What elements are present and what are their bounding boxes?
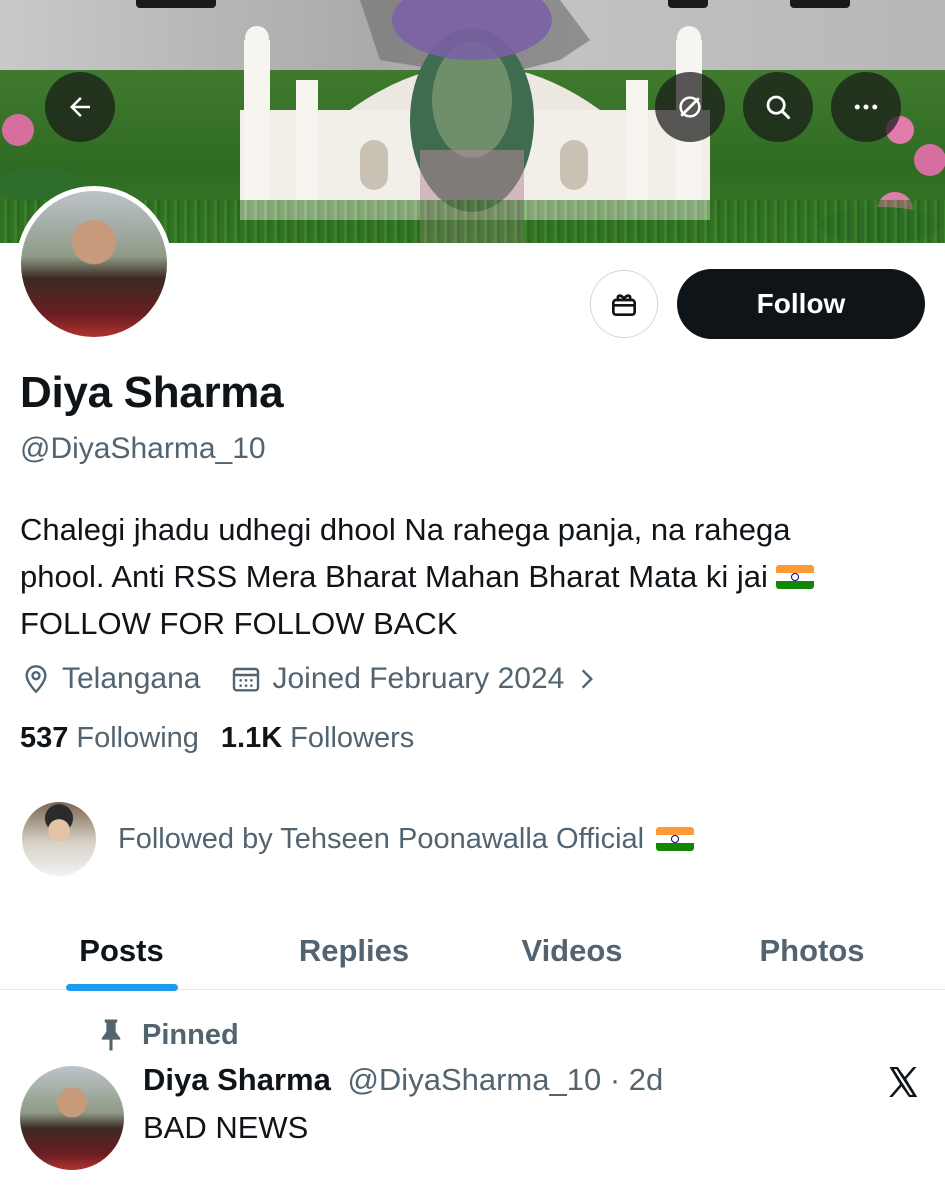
post-author-name[interactable]: Diya Sharma [143,1062,331,1097]
grok-button[interactable] [655,72,725,142]
post-author-avatar[interactable] [20,1066,124,1170]
arrow-left-icon [70,97,90,117]
tab-photos[interactable]: Photos [679,912,945,990]
followed-by-text: Followed by Tehseen Poonawalla Official [118,822,645,855]
followers-count: 1.1K [220,722,283,754]
followed-by-row[interactable]: Followed by Tehseen Poonawalla Official [22,802,695,876]
x-logo-icon[interactable] [884,1064,922,1100]
tab-label: Replies [298,933,410,968]
location-pin-icon [25,665,47,694]
gift-icon [612,294,636,316]
profile-avatar[interactable] [16,186,172,342]
pinned-indicator: Pinned [98,1018,239,1052]
post-handle-time: @DiyaSharma_10 · 2d [347,1062,664,1097]
profile-avatar-image [21,191,167,337]
search-icon [766,95,791,120]
profile-tabs: Posts Replies Videos Photos [0,912,945,990]
more-icon [854,104,878,110]
followers-label: Followers [290,722,415,754]
bio-line: phool. Anti RSS Mera Bharat Mahan Bharat… [20,559,768,594]
following-label: Following [76,722,199,754]
gift-button[interactable] [590,270,658,338]
profile-meta: Telangana Joined February 2024 [20,658,600,700]
followers-link[interactable]: 1.1K Followers [221,722,414,755]
bio-line: FOLLOW FOR FOLLOW BACK [20,606,458,641]
display-name: Diya Sharma [20,368,284,417]
location-text: Telangana [62,662,201,695]
post-text: BAD NEWS [143,1110,309,1145]
tab-label: Photos [759,933,865,968]
username-handle: @DiyaSharma_10 [20,432,266,465]
joined-text: Joined February 2024 [272,662,565,695]
follower-avatar [22,802,96,876]
pin-icon [101,1019,121,1051]
search-button[interactable] [743,72,813,142]
chevron-right-icon [582,669,594,689]
profile-bio: Chalegi jhadu udhegi dhool Na rahega pan… [20,506,925,647]
tab-label: Posts [79,933,164,968]
location: Telangana [20,662,200,696]
pinned-label: Pinned [142,1018,239,1051]
joined-date[interactable]: Joined February 2024 [230,662,600,696]
india-flag-icon [656,827,695,851]
following-link[interactable]: 537 Following [20,722,199,755]
bio-line-with-flag: phool. Anti RSS Mera Bharat Mahan Bharat… [20,553,925,600]
grok-icon [679,96,701,118]
india-flag-icon [776,565,815,589]
follow-button[interactable]: Follow [677,269,925,339]
tab-label: Videos [521,933,623,968]
tab-replies[interactable]: Replies [243,912,465,990]
tab-posts[interactable]: Posts [0,912,243,990]
following-count: 537 [20,722,69,754]
back-button[interactable] [45,72,115,142]
more-button[interactable] [831,72,901,142]
bio-line: Chalegi jhadu udhegi dhool Na rahega pan… [20,512,791,547]
calendar-icon [233,667,260,692]
tab-videos[interactable]: Videos [465,912,679,990]
post-header: Diya Sharma @DiyaSharma_10 · 2d [143,1062,663,1098]
follow-counts: 537 Following 1.1K Followers [20,722,436,755]
